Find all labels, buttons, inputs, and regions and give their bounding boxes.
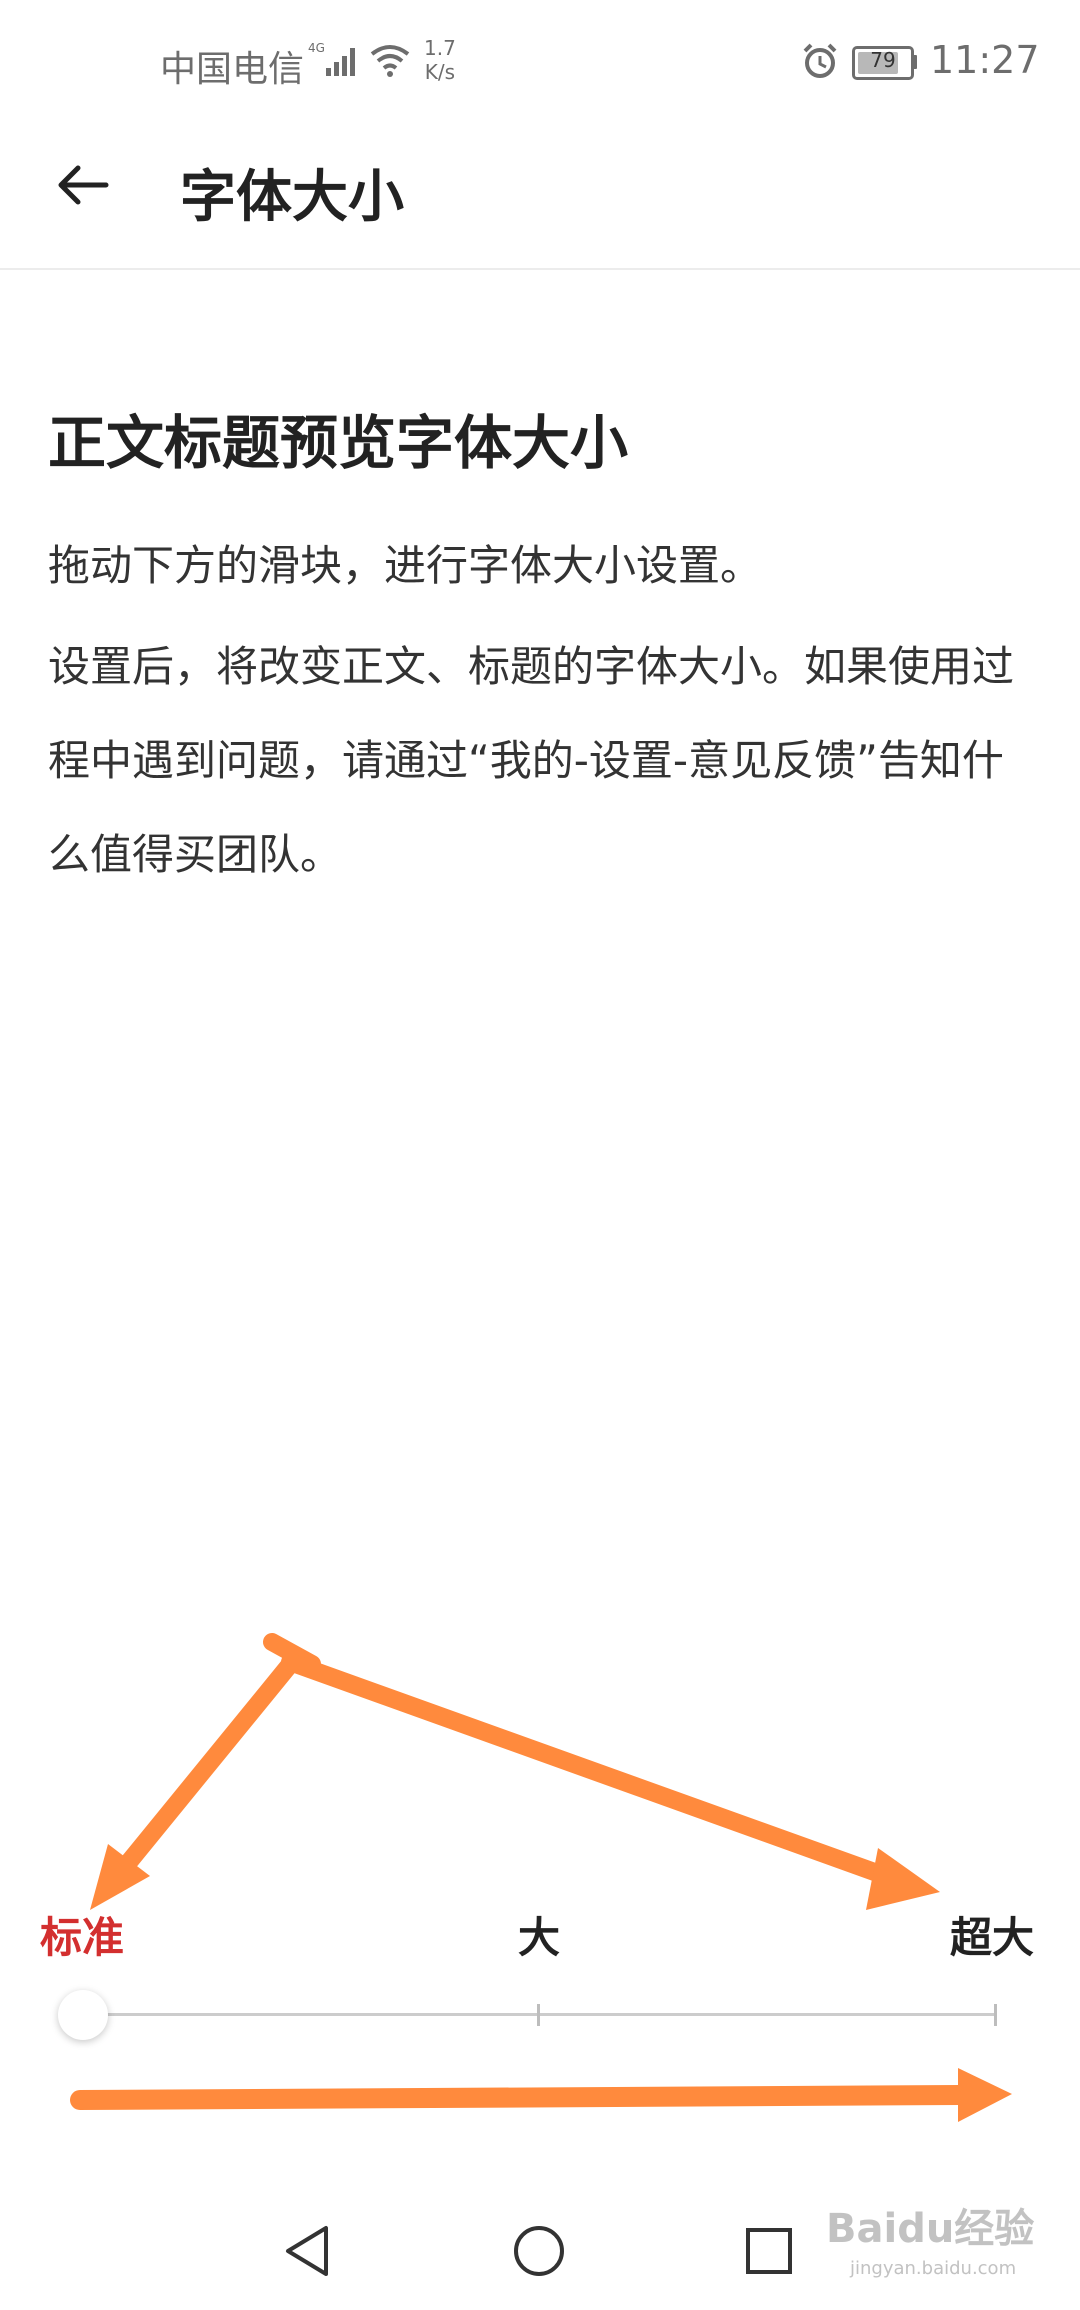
nav-recents-button[interactable] bbox=[744, 2226, 794, 2280]
preview-paragraph-1: 拖动下方的滑块，进行字体大小设置。 bbox=[48, 541, 763, 590]
alarm-icon bbox=[800, 42, 840, 84]
annotation-arrow-right bbox=[281, 1653, 940, 1910]
clock: 11:27 bbox=[930, 38, 1040, 82]
circle-home-icon bbox=[514, 2226, 564, 2276]
battery-tip bbox=[912, 55, 917, 69]
network-speed-unit: K/s bbox=[424, 60, 456, 84]
nav-back-button[interactable] bbox=[282, 2224, 334, 2282]
battery-percentage: 79 bbox=[870, 48, 896, 72]
network-type: 4G bbox=[308, 41, 325, 55]
preview-paragraph-2: 设置后，将改变正文、标题的字体大小。如果使用过程中遇到问题，请通过“我的-设置-… bbox=[48, 642, 1015, 879]
network-speed: 1.7 K/s bbox=[424, 36, 456, 84]
slider-tick-large bbox=[537, 2004, 540, 2026]
page-title: 字体大小 bbox=[180, 165, 404, 230]
square-recents-icon bbox=[746, 2228, 792, 2274]
signal-icon: 4G bbox=[308, 40, 362, 82]
nav-home-button[interactable] bbox=[512, 2224, 566, 2282]
back-arrow-icon[interactable] bbox=[54, 160, 114, 214]
annotation-arrows bbox=[70, 1633, 1012, 2122]
network-speed-value: 1.7 bbox=[424, 36, 456, 60]
watermark-url: jingyan.baidu.com bbox=[850, 2258, 1017, 2279]
slider-label-standard[interactable]: 标准 bbox=[40, 1904, 124, 1965]
wifi-icon bbox=[368, 42, 412, 82]
annotation-arrow-left bbox=[90, 1633, 321, 1910]
header-divider bbox=[0, 268, 1080, 270]
watermark-logo: Baidu经验 bbox=[826, 2206, 1035, 2252]
slider-tick-extra-large bbox=[994, 2004, 997, 2026]
slider-label-large[interactable]: 大 bbox=[518, 1904, 560, 1965]
triangle-back-icon bbox=[286, 2226, 328, 2276]
preview-title: 正文标题预览字体大小 bbox=[48, 409, 629, 477]
font-size-slider-thumb[interactable] bbox=[58, 1990, 108, 2040]
annotation-arrow-bottom bbox=[70, 2068, 1012, 2122]
slider-label-extra-large[interactable]: 超大 bbox=[950, 1904, 1034, 1965]
carrier-label: 中国电信 bbox=[160, 49, 305, 90]
